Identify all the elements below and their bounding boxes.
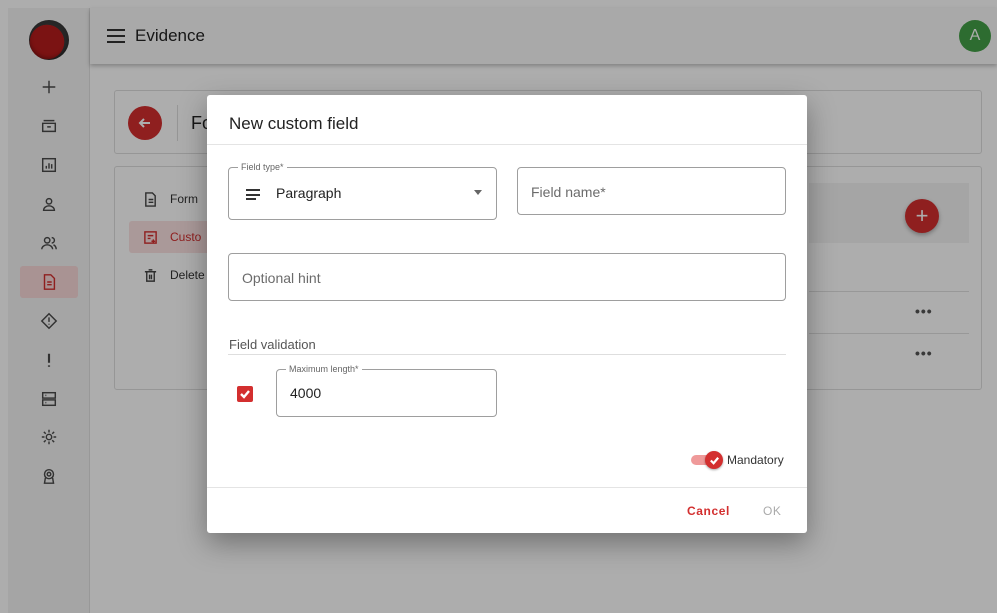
toggle-thumb xyxy=(705,451,723,469)
optional-hint-placeholder: Optional hint xyxy=(242,270,321,286)
maximum-length-label: Maximum length* xyxy=(286,364,362,374)
chevron-down-icon xyxy=(474,190,482,195)
optional-hint-input[interactable]: Optional hint xyxy=(228,253,786,301)
check-icon xyxy=(709,456,719,465)
mandatory-toggle[interactable] xyxy=(691,451,723,469)
new-custom-field-dialog: New custom field Field type* Paragraph F… xyxy=(207,95,807,533)
ok-button[interactable]: OK xyxy=(759,501,786,521)
field-type-label: Field type* xyxy=(238,162,287,172)
max-length-checkbox[interactable] xyxy=(237,386,253,402)
mandatory-label[interactable]: Mandatory xyxy=(727,453,784,467)
divider xyxy=(207,144,807,145)
divider xyxy=(207,487,807,488)
field-type-value: Paragraph xyxy=(276,185,342,201)
field-name-placeholder: Field name* xyxy=(531,184,606,200)
check-icon xyxy=(240,390,250,399)
maximum-length-input[interactable]: Maximum length* 4000 xyxy=(276,364,497,417)
maximum-length-value: 4000 xyxy=(290,385,322,401)
cancel-button[interactable]: Cancel xyxy=(683,501,734,521)
paragraph-lines-icon xyxy=(246,189,260,200)
dialog-title: New custom field xyxy=(229,114,359,133)
divider xyxy=(228,354,786,355)
field-validation-heading: Field validation xyxy=(229,337,316,352)
field-name-input[interactable]: Field name* xyxy=(517,167,786,215)
field-type-select[interactable]: Field type* Paragraph xyxy=(228,162,497,220)
